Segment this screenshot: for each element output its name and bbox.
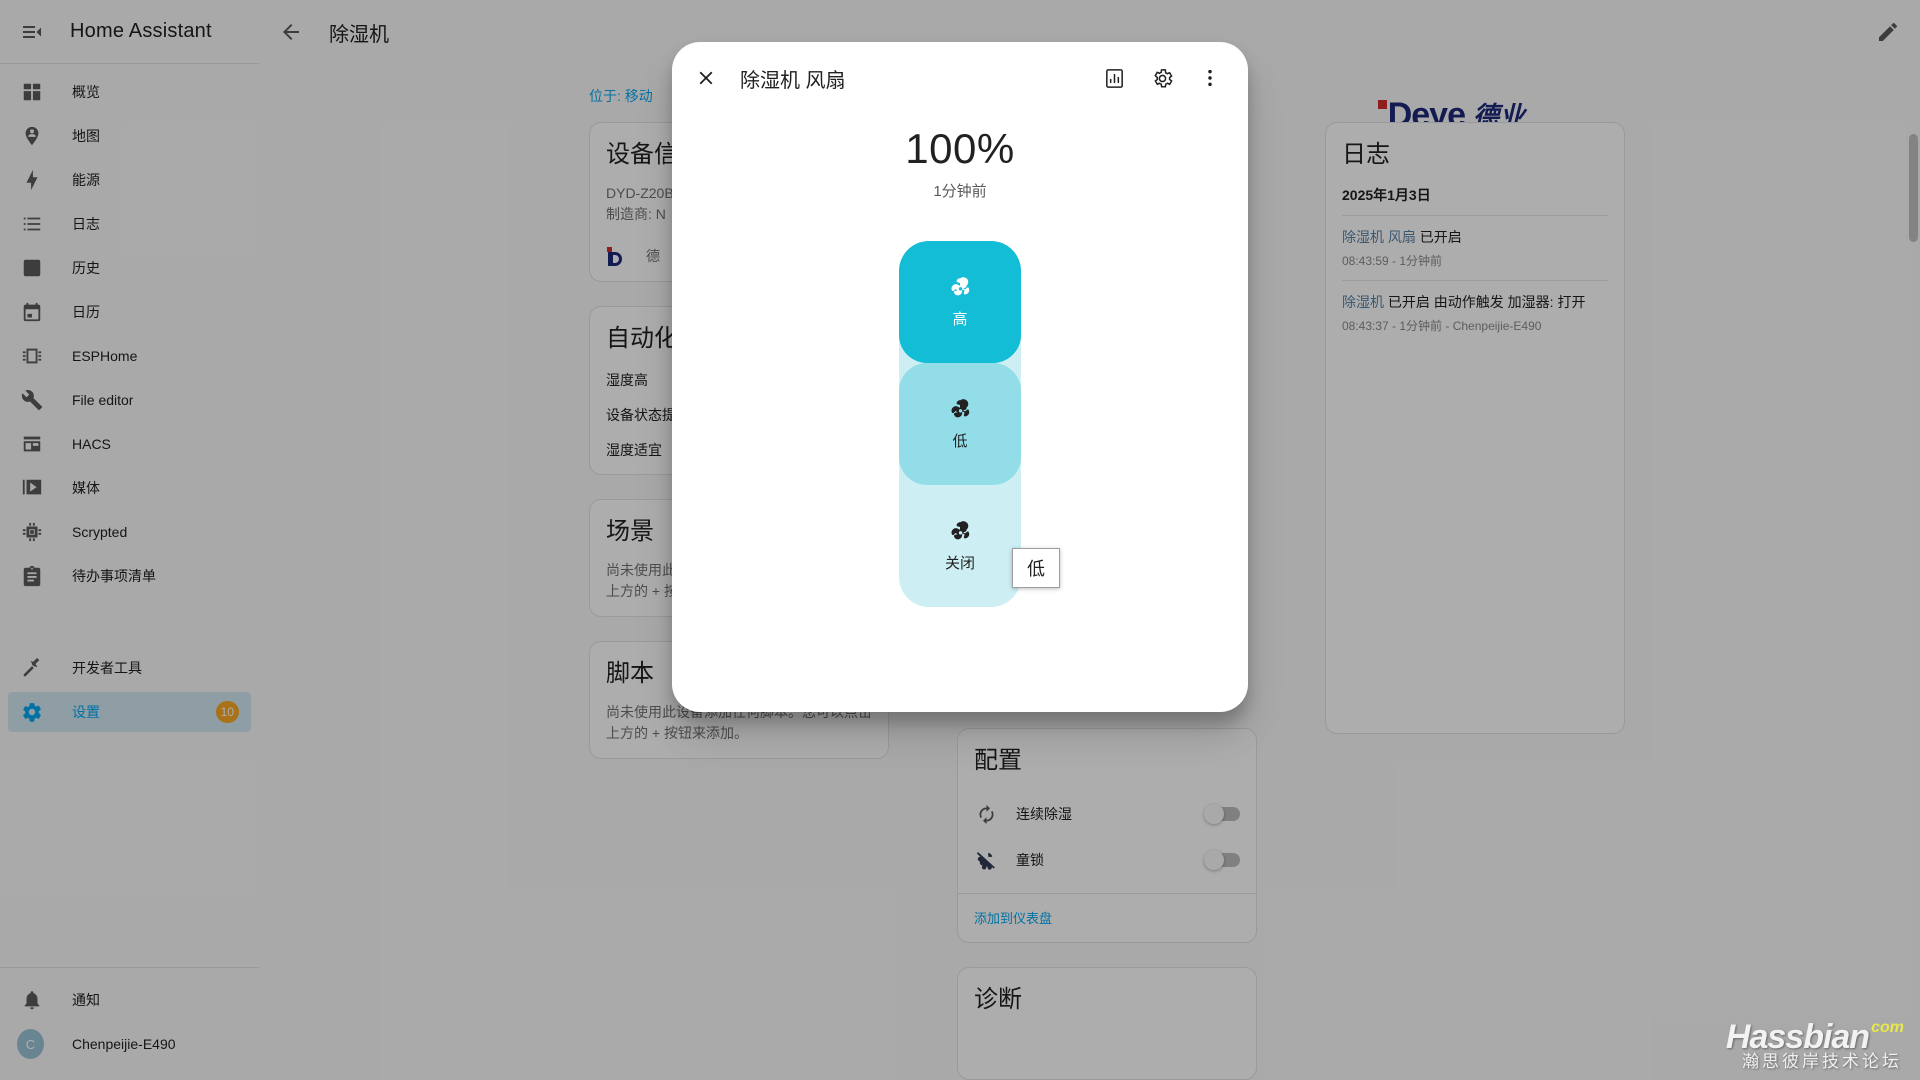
dots-vertical-icon[interactable] — [1186, 54, 1234, 102]
dialog-title: 除湿机 风扇 — [740, 69, 846, 92]
watermark: Hassbian com 瀚思彼岸技术论坛 — [1726, 1018, 1904, 1072]
fan-off-icon — [947, 520, 973, 546]
close-icon[interactable] — [682, 54, 730, 102]
fan-speed-label: 高 — [952, 310, 968, 328]
cog-icon[interactable] — [1138, 54, 1186, 102]
fan-speed-high-button[interactable]: 高 — [899, 241, 1021, 363]
watermark-tld: com — [1871, 1019, 1904, 1036]
dialog-body: 100% 1分钟前 高 低 关闭 — [672, 114, 1248, 607]
fan-speed-off-button[interactable]: 关闭 — [899, 485, 1021, 607]
chart-box-icon[interactable] — [1090, 54, 1138, 102]
fan-speed-tooltip: 低 — [1012, 548, 1060, 588]
app-root: Home Assistant 概览 地图 能源 日志 历史 日历 ESPHome… — [0, 0, 1920, 1080]
dialog-header: 除湿机 风扇 — [672, 42, 1248, 114]
fan-speed-label: 关闭 — [944, 554, 975, 572]
fan-speed-control: 高 低 关闭 — [899, 241, 1021, 607]
more-info-dialog: 除湿机 风扇 100% 1分钟前 高 低 关闭 — [672, 42, 1248, 712]
entity-last-changed: 1分钟前 — [933, 183, 987, 200]
fan-low-icon — [947, 398, 973, 424]
entity-state-value: 100% — [905, 125, 1015, 172]
fan-speed-low-button[interactable]: 低 — [899, 363, 1021, 485]
watermark-subtitle: 瀚思彼岸技术论坛 — [1742, 1052, 1902, 1071]
fan-speed-label: 低 — [952, 432, 968, 450]
fan-high-icon — [947, 276, 973, 302]
